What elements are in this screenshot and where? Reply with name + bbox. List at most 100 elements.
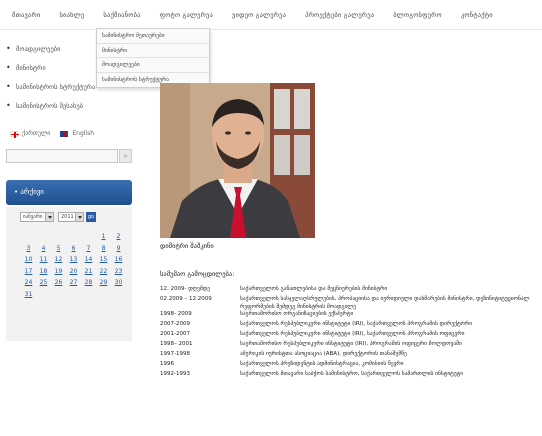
sidebar-menu: მოადგილეები მინისტრი სამინისტროს სტრუქტუ… <box>6 42 95 118</box>
calendar-day[interactable]: 25 <box>36 279 51 291</box>
experience-years: 02.2009 – 12.2009 <box>160 296 212 302</box>
experience-years: 1997-1998 <box>160 351 190 357</box>
experience-description: საქართველოს რესპუბლიკური ინსტიტუტი (IRI)… <box>240 331 465 337</box>
month-select-value: იანვარი <box>23 214 43 220</box>
calendar-day[interactable]: 24 <box>21 279 36 291</box>
experience-years: 2001-2007 <box>160 331 190 337</box>
experience-description: საქართველოს პრეზიდენტის ადმინისტრაცია, კ… <box>240 361 404 367</box>
calendar-day[interactable]: 17 <box>21 268 36 280</box>
calendar-day[interactable]: 21 <box>81 268 96 280</box>
calendar-day[interactable]: 18 <box>36 268 51 280</box>
experience-row: 02.2009 – 12.2009 საქართველოს სასჯელაღსრუ… <box>160 296 542 311</box>
calendar-empty-cell <box>81 233 96 245</box>
nav-item-projects-gallery[interactable]: პროექტები გალერეა <box>305 11 374 19</box>
experience-row: 1996 საქართველოს პრეზიდენტის ადმინისტრაცი… <box>160 361 542 371</box>
calendar-day[interactable]: 7 <box>81 245 96 257</box>
nav-item-activity[interactable]: საქმიანობა <box>103 11 140 19</box>
search-input[interactable] <box>6 149 118 163</box>
experience-description: საქართველოს განათლებისა და მეცნიერების მ… <box>240 286 388 292</box>
calendar-empty-cell <box>36 233 51 245</box>
month-select[interactable]: იანვარი <box>20 212 54 222</box>
nav-item-home[interactable]: მთავარი <box>12 11 40 19</box>
calendar-day[interactable]: 1 <box>96 233 111 245</box>
experience-years: 1998- 2009 <box>160 311 192 317</box>
chevron-down-icon <box>75 213 83 221</box>
experience-row: 2001-2007 საქართველოს რესპუბლიკური ინსტიტ… <box>160 331 542 341</box>
lang-georgian[interactable]: ქართული <box>10 130 51 138</box>
calendar-day[interactable]: 10 <box>21 256 36 268</box>
calendar-day[interactable]: 30 <box>111 279 126 291</box>
sidebar-item-minister[interactable]: მინისტრი <box>6 61 95 80</box>
chevron-down-icon <box>45 213 53 221</box>
archive-header[interactable]: • არქივი <box>6 180 132 205</box>
calendar-day[interactable]: 23 <box>111 268 126 280</box>
search-box: » <box>6 149 132 163</box>
calendar-controls: იანვარი 2011 go <box>20 212 96 222</box>
sidebar: მოადგილეები მინისტრი სამინისტროს სტრუქტუ… <box>0 30 140 436</box>
calendar-day[interactable]: 22 <box>96 268 111 280</box>
calendar-empty-cell <box>51 233 66 245</box>
archive-calendar: იანვარი 2011 go 1 2 3 4 5 6 7 8 9 10 11 12 13 14 15 16 1… <box>6 207 132 341</box>
georgian-flag-icon <box>10 130 19 138</box>
experience-row: 1998- 2009 საერთაშორისო ორგანიზაციების ექ… <box>160 311 542 321</box>
experience-description: საქართველოს სასჯელაღსრულების, პრობაციისა… <box>240 296 530 310</box>
year-select[interactable]: 2011 <box>58 212 84 222</box>
calendar-day[interactable]: 3 <box>21 245 36 257</box>
calendar-day[interactable]: 19 <box>51 268 66 280</box>
calendar-go-button[interactable]: go <box>86 212 96 222</box>
calendar-day[interactable]: 27 <box>66 279 81 291</box>
calendar-day[interactable]: 5 <box>51 245 66 257</box>
calendar-empty-cell <box>66 233 81 245</box>
calendar-day[interactable]: 9 <box>111 245 126 257</box>
experience-row: 1998– 2001 საერთაშორისო რესპუბლიკური ინსტ… <box>160 341 542 351</box>
experience-row: 1997-1998 ამერიკის იურისტთა ასოციაცია (AB… <box>160 351 542 361</box>
calendar-day[interactable]: 13 <box>66 256 81 268</box>
calendar-day[interactable]: 31 <box>21 291 36 303</box>
calendar-day[interactable]: 15 <box>96 256 111 268</box>
archive-label: არქივი <box>20 188 44 196</box>
photo-caption: დიმიტრი შაშკინი <box>160 242 214 250</box>
calendar-day[interactable]: 16 <box>111 256 126 268</box>
calendar-day[interactable]: 14 <box>81 256 96 268</box>
experience-years: 1992-1993 <box>160 371 190 377</box>
sidebar-item-deputies[interactable]: მოადგილეები <box>6 42 95 61</box>
experience-description: საქართველოს რესპუბლიკური ინსტიტუტი (IRI)… <box>240 321 473 327</box>
sidebar-item-structure[interactable]: სამინისტროს სტრუქტურა <box>6 80 95 99</box>
calendar-day[interactable]: 11 <box>36 256 51 268</box>
lang-english-label: English <box>72 130 95 137</box>
experience-years: 1998– 2001 <box>160 341 193 347</box>
uk-flag-icon <box>60 130 69 137</box>
nav-item-contact[interactable]: კონტაქტი <box>461 11 493 19</box>
calendar-day[interactable]: 28 <box>81 279 96 291</box>
experience-years: 2007-2009 <box>160 321 190 327</box>
minister-portrait-image <box>160 83 315 238</box>
experience-row: 1992-1993 საქართველოს მთავარი საბჭოს სამი… <box>160 371 542 381</box>
experience-heading: სამუშაო გამოცდილება: <box>160 270 235 278</box>
nav-item-photo-gallery[interactable]: ფოტო გალერეა <box>160 11 213 19</box>
calendar-day[interactable]: 29 <box>96 279 111 291</box>
calendar-day[interactable]: 26 <box>51 279 66 291</box>
nav-item-video-gallery[interactable]: ვიდეო გალერეა <box>232 11 286 19</box>
calendar-empty-cell <box>21 233 36 245</box>
calendar-day[interactable]: 4 <box>36 245 51 257</box>
experience-row: 2007-2009 საქართველოს რესპუბლიკური ინსტიტ… <box>160 321 542 331</box>
calendar-day[interactable]: 2 <box>111 233 126 245</box>
nav-item-news[interactable]: სიახლე <box>59 11 84 19</box>
experience-description: ამერიკის იურისტთა ასოციაცია (ABA), დირექ… <box>240 351 407 357</box>
calendar-day[interactable]: 6 <box>66 245 81 257</box>
calendar-day[interactable]: 20 <box>66 268 81 280</box>
experience-years: 1996 <box>160 361 174 367</box>
calendar-day[interactable]: 8 <box>96 245 111 257</box>
lang-georgian-label: ქართული <box>22 130 51 137</box>
experience-description: საერთაშორისო ორგანიზაციების ექსპერტი <box>240 311 354 317</box>
search-button[interactable]: » <box>119 149 132 163</box>
calendar-days: 1 2 3 4 5 6 7 8 9 10 11 12 13 14 15 16 17 18 19 20 21 22 23 24 2… <box>21 233 126 303</box>
year-select-value: 2011 <box>61 214 74 220</box>
experience-list: 12. 2009- დღემდე საქართველოს განათლებისა … <box>160 286 542 381</box>
sidebar-item-about[interactable]: სამინისტროს შესახებ <box>6 99 95 118</box>
minister-photo <box>160 83 315 238</box>
nav-item-blog[interactable]: ბლოგოსფერო <box>393 11 442 19</box>
lang-english[interactable]: English <box>60 130 94 137</box>
top-navigation: მთავარი სიახლე საქმიანობა ფოტო გალერეა ვ… <box>0 0 542 30</box>
calendar-day[interactable]: 12 <box>51 256 66 268</box>
